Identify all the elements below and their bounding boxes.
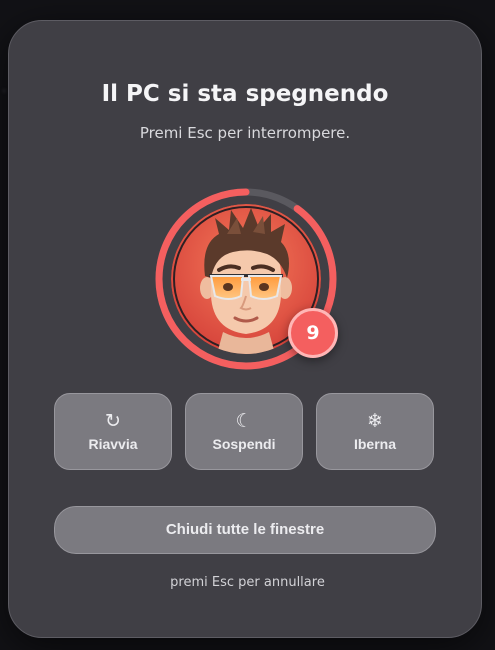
countdown-badge: 9 <box>288 308 338 358</box>
cancel-hint: premi Esc per annullare <box>170 575 325 590</box>
restart-button[interactable]: ↻ Riavvia <box>54 393 172 470</box>
dialog-subtitle: Premi Esc per interrompere. <box>139 124 351 142</box>
restart-icon: ↻ <box>105 410 121 432</box>
sleep-label: Sospendi <box>212 436 276 452</box>
close-all-windows-button[interactable]: Chiudi tutte le finestre <box>54 506 436 554</box>
restart-label: Riavvia <box>88 436 138 452</box>
moon-icon: ☾ <box>235 410 253 432</box>
hibernate-label: Iberna <box>353 436 396 452</box>
hibernate-button[interactable]: ❄ Iberna <box>316 393 434 470</box>
sleep-button[interactable]: ☾ Sospendi <box>185 393 303 470</box>
dialog-title: Il PC si sta spegnendo <box>101 81 389 107</box>
snowflake-icon: ❄ <box>367 410 383 432</box>
